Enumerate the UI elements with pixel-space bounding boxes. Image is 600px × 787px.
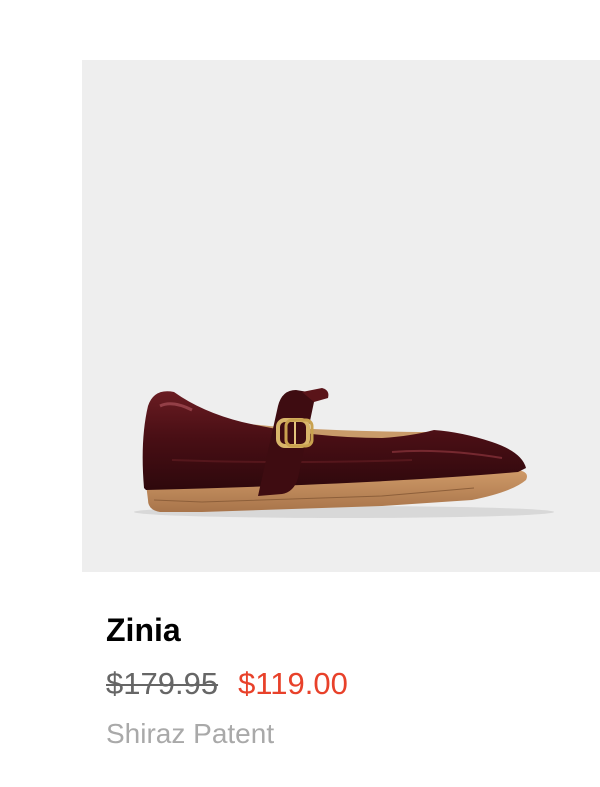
original-price: $179.95 xyxy=(106,666,219,701)
product-card[interactable]: Zinia $179.95 $119.00 Shiraz Patent xyxy=(0,0,600,787)
product-image[interactable] xyxy=(82,60,600,572)
mary-jane-shoe-icon xyxy=(134,388,554,518)
sale-price: $119.00 xyxy=(238,666,348,701)
product-name[interactable]: Zinia xyxy=(106,610,181,650)
color-name: Shiraz Patent xyxy=(106,718,275,749)
price-row: $179.95 $119.00 xyxy=(106,664,348,704)
